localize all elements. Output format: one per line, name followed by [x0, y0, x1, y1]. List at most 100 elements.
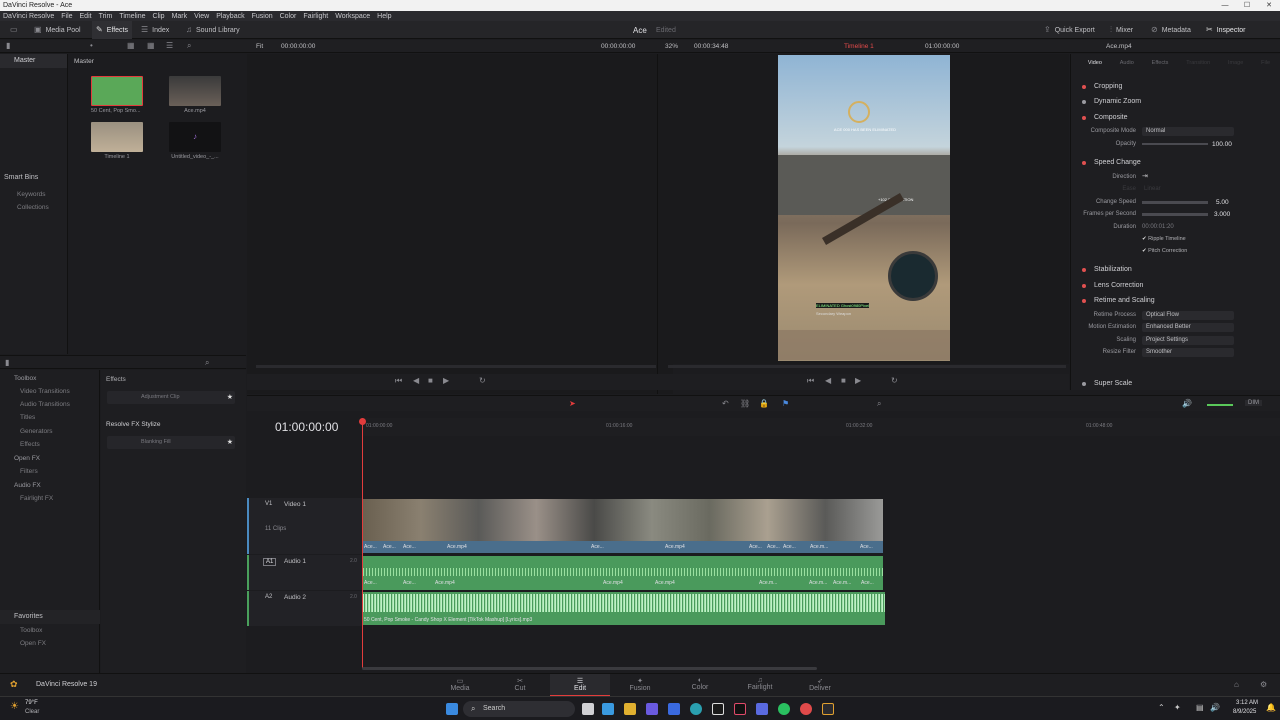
- section-composite[interactable]: Composite: [1076, 110, 1276, 125]
- menu-help[interactable]: Help: [377, 13, 391, 20]
- collections-bin[interactable]: Collections: [17, 201, 49, 214]
- motion-estimation-dropdown[interactable]: Enhanced Better: [1142, 323, 1234, 332]
- ripple-checkbox[interactable]: ✔ Ripple Timeline: [1142, 236, 1186, 242]
- snapping-icon[interactable]: ↶: [722, 400, 729, 408]
- scaling-dropdown[interactable]: Project Settings: [1142, 336, 1234, 345]
- duration-value[interactable]: 00:00:01:20: [1142, 224, 1174, 230]
- resolve-fx-stylize-header[interactable]: Resolve FX Stylize: [106, 421, 161, 428]
- playhead[interactable]: [362, 418, 363, 668]
- thumbnail-view-icon[interactable]: ▦: [127, 42, 135, 50]
- menu-color[interactable]: Color: [280, 13, 297, 20]
- tree-open-fx[interactable]: Open FX: [14, 452, 40, 465]
- ease-dropdown[interactable]: Linear: [1144, 186, 1161, 192]
- media-clip[interactable]: Ace.mp4: [169, 76, 221, 114]
- tree-fairlight-fx[interactable]: Fairlight FX: [20, 492, 53, 505]
- favorites-header[interactable]: Favorites: [0, 610, 100, 624]
- tree-audio-transitions[interactable]: Audio Transitions: [20, 398, 70, 411]
- menu-davinci[interactable]: DaVinci Resolve: [3, 13, 54, 20]
- tree-audio-fx[interactable]: Audio FX: [14, 479, 41, 492]
- timeline-scrollbar[interactable]: [362, 667, 817, 670]
- fps-value[interactable]: 3.000: [1214, 211, 1230, 218]
- section-super-scale[interactable]: Super Scale: [1076, 376, 1276, 391]
- menu-workspace[interactable]: Workspace: [335, 13, 370, 20]
- media-clip[interactable]: Timeline 1: [91, 122, 143, 160]
- page-deliver[interactable]: ➶ Deliver: [790, 677, 850, 692]
- section-dynamic-zoom[interactable]: Dynamic Zoom: [1076, 94, 1276, 109]
- enable-dot[interactable]: [1082, 99, 1086, 104]
- timeline-dropdown[interactable]: Timeline 1: [844, 43, 874, 50]
- weather-cond[interactable]: Clear: [25, 709, 39, 715]
- menu-clip[interactable]: Clip: [153, 13, 165, 20]
- reverse-icon[interactable]: ◀: [413, 377, 419, 385]
- menu-fusion[interactable]: Fusion: [252, 13, 273, 20]
- edge-icon[interactable]: [690, 703, 702, 715]
- index-button[interactable]: ☰ Index: [141, 21, 169, 39]
- volume-icon[interactable]: 🔊: [1182, 400, 1192, 408]
- section-speed-change[interactable]: Speed Change: [1076, 155, 1276, 170]
- track-header-v1[interactable]: V1 Video 1 11 Clips: [247, 498, 362, 554]
- menu-mark[interactable]: Mark: [172, 13, 188, 20]
- tl-loop-icon[interactable]: ↻: [891, 377, 898, 385]
- tl-skip-start-icon[interactable]: ⏮: [807, 377, 814, 385]
- loop-icon[interactable]: ↻: [479, 377, 486, 385]
- page-fairlight[interactable]: ♫ Fairlight: [730, 677, 790, 691]
- adjustment-clip-item[interactable]: Adjustment Clip ★: [107, 391, 235, 404]
- media-clip[interactable]: ♪ Untitled_video_-_...: [169, 122, 221, 160]
- tab-image[interactable]: Image: [1228, 60, 1243, 66]
- page-color[interactable]: ◐ Color: [670, 677, 730, 691]
- app-icon[interactable]: [712, 703, 724, 715]
- track-id[interactable]: A1: [263, 558, 277, 566]
- spotify-icon[interactable]: [778, 703, 790, 715]
- smart-bins-header[interactable]: Smart Bins: [4, 174, 38, 181]
- opacity-value[interactable]: 100.00: [1212, 141, 1232, 148]
- menu-edit[interactable]: Edit: [80, 13, 92, 20]
- zoom-dropdown[interactable]: 32%: [665, 43, 678, 50]
- selection-tool-icon[interactable]: ➤: [569, 399, 576, 408]
- enable-dot[interactable]: [1082, 298, 1086, 303]
- tiktok-icon[interactable]: [734, 703, 746, 715]
- skip-start-icon[interactable]: ⏮: [395, 377, 402, 385]
- tab-file[interactable]: File: [1261, 60, 1270, 66]
- weather-temp[interactable]: 79°F: [25, 700, 38, 706]
- speaker-icon[interactable]: 🔊: [1210, 703, 1220, 712]
- workspace-layout-button[interactable]: ▭: [10, 21, 18, 39]
- stop-icon[interactable]: ■: [428, 377, 433, 385]
- search-icon[interactable]: ⌕: [187, 42, 191, 50]
- tree-video-transitions[interactable]: Video Transitions: [20, 385, 70, 398]
- menu-view[interactable]: View: [194, 13, 209, 20]
- menu-file[interactable]: File: [61, 13, 72, 20]
- tree-titles[interactable]: Titles: [20, 411, 35, 424]
- tl-reverse-icon[interactable]: ◀: [825, 377, 831, 385]
- enable-dot[interactable]: [1082, 160, 1086, 165]
- sidebar-toggle-icon[interactable]: ▮: [6, 42, 10, 50]
- menu-trim[interactable]: Trim: [99, 13, 113, 20]
- page-media[interactable]: ▭ Media: [430, 677, 490, 692]
- maximize-button[interactable]: ☐: [1236, 0, 1258, 11]
- list-view-icon[interactable]: ☰: [166, 42, 173, 50]
- close-button[interactable]: ✕: [1258, 0, 1280, 11]
- zoom-icon[interactable]: ⌕: [877, 400, 881, 408]
- tab-audio[interactable]: Audio: [1120, 60, 1134, 66]
- menu-playback[interactable]: Playback: [216, 13, 244, 20]
- pitch-checkbox[interactable]: ✔ Pitch Correction: [1142, 248, 1187, 254]
- composite-mode-dropdown[interactable]: Normal: [1142, 127, 1234, 136]
- page-edit[interactable]: ☰ Edit: [550, 674, 610, 697]
- inspector-button[interactable]: ✂ Inspector: [1206, 21, 1246, 39]
- media-clip[interactable]: 50 Cent, Pop Smo...: [91, 76, 143, 114]
- notification-icon[interactable]: 🔔: [1266, 703, 1276, 712]
- tab-video[interactable]: Video: [1088, 60, 1102, 66]
- tray-chevron-icon[interactable]: ⌃: [1158, 703, 1165, 712]
- source-scrubber[interactable]: [256, 365, 656, 368]
- section-stabilization[interactable]: Stabilization: [1076, 262, 1276, 277]
- link-icon[interactable]: ⛓: [740, 400, 750, 408]
- taskbar-search[interactable]: ⌕ Search: [463, 701, 575, 717]
- panel-toggle-icon[interactable]: ▮: [5, 359, 9, 367]
- lock-icon[interactable]: 🔒: [759, 400, 769, 408]
- teams-icon[interactable]: [646, 703, 658, 715]
- tl-play-icon[interactable]: ▶: [855, 377, 861, 385]
- menu-fairlight[interactable]: Fairlight: [303, 13, 328, 20]
- copilot-icon[interactable]: [602, 703, 614, 715]
- settings-icon[interactable]: ⚙: [1260, 681, 1267, 689]
- section-cropping[interactable]: Cropping: [1076, 79, 1276, 94]
- effects-button[interactable]: ✎ Effects: [92, 21, 132, 39]
